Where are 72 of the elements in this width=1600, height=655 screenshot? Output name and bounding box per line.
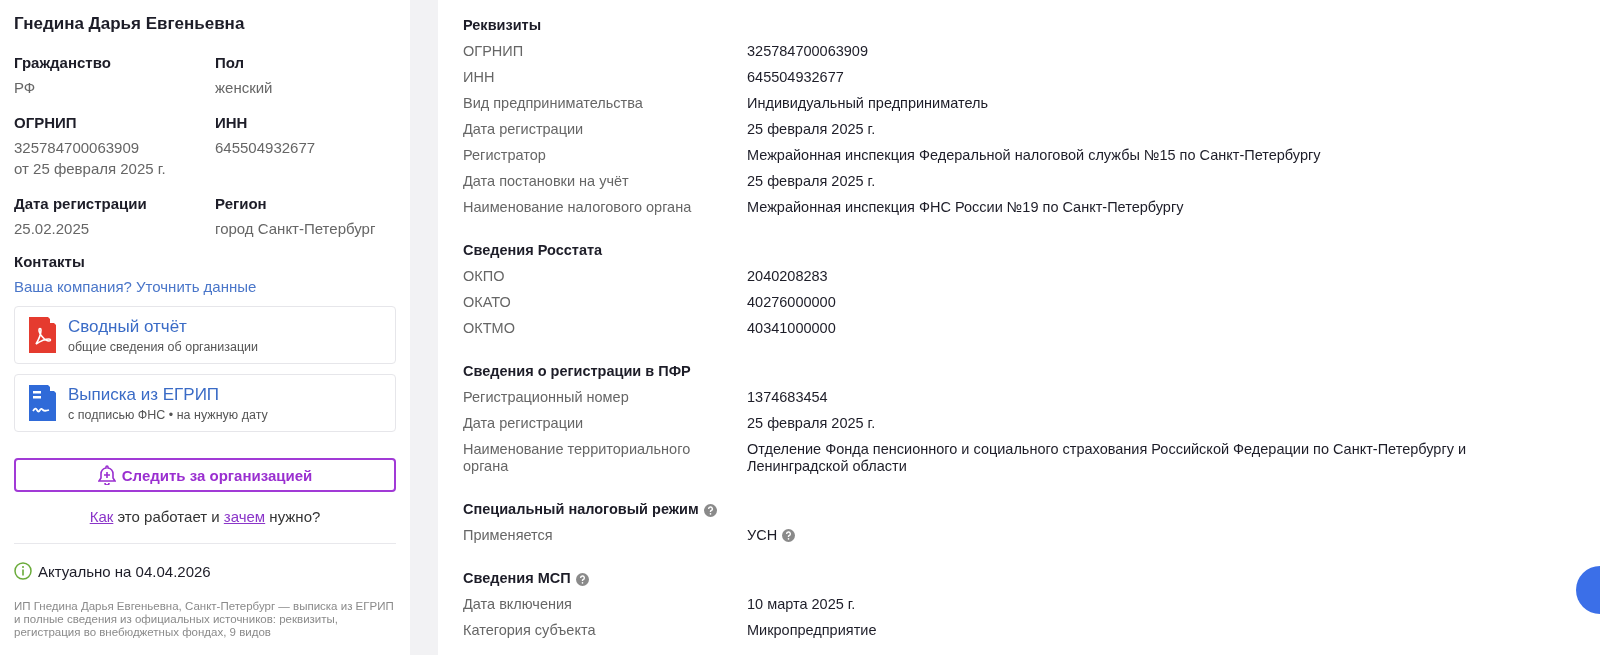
- row-value: 10 марта 2025 г.: [747, 595, 856, 613]
- field-value: РФ: [14, 78, 37, 98]
- row-label: Наименование территориального органа: [463, 440, 692, 475]
- field-label: Дата регистрации: [14, 195, 148, 212]
- row-value: 40341000000: [747, 319, 836, 337]
- document-subtitle: с подписью ФНС • на нужную дату: [68, 407, 268, 422]
- section-title: Реквизиты: [463, 17, 542, 33]
- row-value: 1374683454: [747, 388, 828, 406]
- field-value: 325784700063909: [14, 138, 141, 158]
- help-icon[interactable]: [575, 572, 589, 586]
- help-icon[interactable]: [703, 503, 717, 517]
- document-icon: [29, 385, 56, 421]
- document-title: Выписка из ЕГРИП: [68, 384, 221, 405]
- help-link[interactable]: Как: [89, 508, 114, 525]
- document-subtitle: общие сведения об организации: [68, 339, 259, 354]
- info-icon: [14, 562, 32, 580]
- row-label: ИНН: [463, 68, 496, 86]
- section-title: Сведения Росстата: [463, 242, 603, 258]
- row-value: 40276000000: [747, 293, 836, 311]
- row-label: ОКАТО: [463, 293, 512, 311]
- follow-button[interactable]: Следить за организацией: [14, 458, 396, 492]
- row-value: 25 февраля 2025 г.: [747, 120, 876, 138]
- document-card[interactable]: Выписка из ЕГРИП с подписью ФНС • на нужную дату: [14, 374, 396, 432]
- pdf-file-icon: [29, 317, 56, 353]
- row-label: ОГРНИП: [463, 42, 525, 60]
- row-value: Микропредприятие: [747, 621, 877, 639]
- row-value: 645504932677: [747, 68, 844, 86]
- row-label: Наименование налогового органа: [463, 198, 693, 216]
- row-label: Дата регистрации: [463, 414, 585, 432]
- row-value: 25 февраля 2025 г.: [747, 172, 876, 190]
- contacts-heading: Контакты: [14, 253, 86, 270]
- row-label: Применяется: [463, 526, 554, 544]
- field-value: 645504932677: [215, 138, 317, 158]
- row-value: Межрайонная инспекция Федеральной налоговой службы №15 по Санкт-Петербургу: [747, 146, 1321, 164]
- document-title: Сводный отчёт: [68, 316, 188, 337]
- row-label: Регистрационный номер: [463, 388, 630, 406]
- field-value: город Санкт-Петербург: [215, 219, 377, 239]
- field-label: ОГРНИП: [14, 114, 78, 131]
- row-value: 2040208283: [747, 267, 828, 285]
- row-label: Вид предпринимательства: [463, 94, 644, 112]
- section-title: Специальный налоговый режим: [463, 501, 699, 517]
- field-value: 25.02.2025: [14, 219, 91, 239]
- document-card[interactable]: Сводный отчёт общие сведения об организации: [14, 306, 396, 364]
- section-title: Сведения МСП: [463, 570, 571, 586]
- field-label: ИНН: [215, 114, 249, 131]
- bell-icon: [97, 465, 116, 485]
- row-label: Дата включения: [463, 595, 573, 613]
- help-link[interactable]: зачем: [223, 508, 266, 525]
- field-value: от 25 февраля 2025 г.: [14, 159, 167, 179]
- row-label: Категория субъекта: [463, 621, 597, 639]
- row-label: Дата регистрации: [463, 120, 585, 138]
- field-value: женский: [215, 78, 274, 98]
- row-label: ОКТМО: [463, 319, 516, 337]
- updated-date: Актуально на 04.04.2026: [38, 562, 211, 580]
- person-name: Гнедина Дарья Евгеньевна: [14, 14, 246, 34]
- field-label: Гражданство: [14, 54, 112, 71]
- field-label: Регион: [215, 195, 268, 212]
- clarify-data-link[interactable]: Ваша компания? Уточнить данные: [14, 278, 257, 295]
- section-title: Сведения о регистрации в ПФР: [463, 363, 691, 379]
- row-label: Дата постановки на учёт: [463, 172, 630, 190]
- row-value: 325784700063909: [747, 42, 868, 60]
- field-label: Пол: [215, 54, 246, 71]
- help-icon[interactable]: [782, 528, 796, 542]
- row-label: Регистратор: [463, 146, 547, 164]
- description-text: ИП Гнедина Дарья Евгеньевна, Санкт-Петербург — выписка из ЕГРИП и полные сведения из официальных источников: реквизиты, регистрация во внебюджетных фондах, 9 видов: [14, 600, 395, 639]
- row-value: 25 февраля 2025 г.: [747, 414, 876, 432]
- row-value: Отделение Фонда пенсионного и социального страхования Российской Федерации по Санкт-Петербургу и Ленинградской области: [747, 440, 1468, 475]
- row-value: Индивидуальный предприниматель: [747, 94, 988, 112]
- row-value: УСН: [747, 526, 778, 544]
- row-label: ОКПО: [463, 267, 506, 285]
- help-sentence: Как это работает и зачем нужно?: [88, 508, 322, 525]
- row-value: Межрайонная инспекция ФНС России №19 по Санкт-Петербургу: [747, 198, 1184, 216]
